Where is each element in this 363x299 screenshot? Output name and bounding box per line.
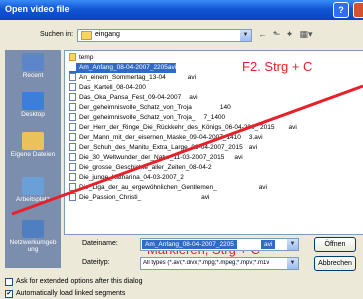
filetype-label: Dateityp: xyxy=(82,259,110,266)
chevron-down-icon[interactable]: ▼ xyxy=(287,258,298,269)
auto-load-checkbox[interactable]: ✔ xyxy=(5,290,13,298)
ask-extended-checkbox[interactable] xyxy=(5,278,13,286)
filetype-value: All types (*.avi;*.divx;*.mpg;*.mpeg;*.m… xyxy=(143,260,270,266)
open-button[interactable]: Öffnen xyxy=(314,237,356,252)
filename-input[interactable]: Am_Anfang_08-04-2007_2205 avi ▼ xyxy=(140,238,299,251)
cancel-button[interactable]: Abbrechen xyxy=(314,256,356,271)
filetype-select[interactable]: All types (*.avi;*.divx;*.mpg;*.mpeg;*.m… xyxy=(140,257,299,270)
filename-value: Am_Anfang_08-04-2007_2205 xyxy=(142,240,237,249)
auto-load-label: Automatically load linked segments xyxy=(16,290,126,297)
chevron-down-icon[interactable]: ▼ xyxy=(287,239,298,250)
filename-ext: avi xyxy=(261,240,276,249)
annotation-top: F2. Strg + C xyxy=(242,59,313,74)
filename-label: Dateiname: xyxy=(82,240,118,247)
ask-extended-label: Ask for extended options after this dial… xyxy=(16,278,143,285)
